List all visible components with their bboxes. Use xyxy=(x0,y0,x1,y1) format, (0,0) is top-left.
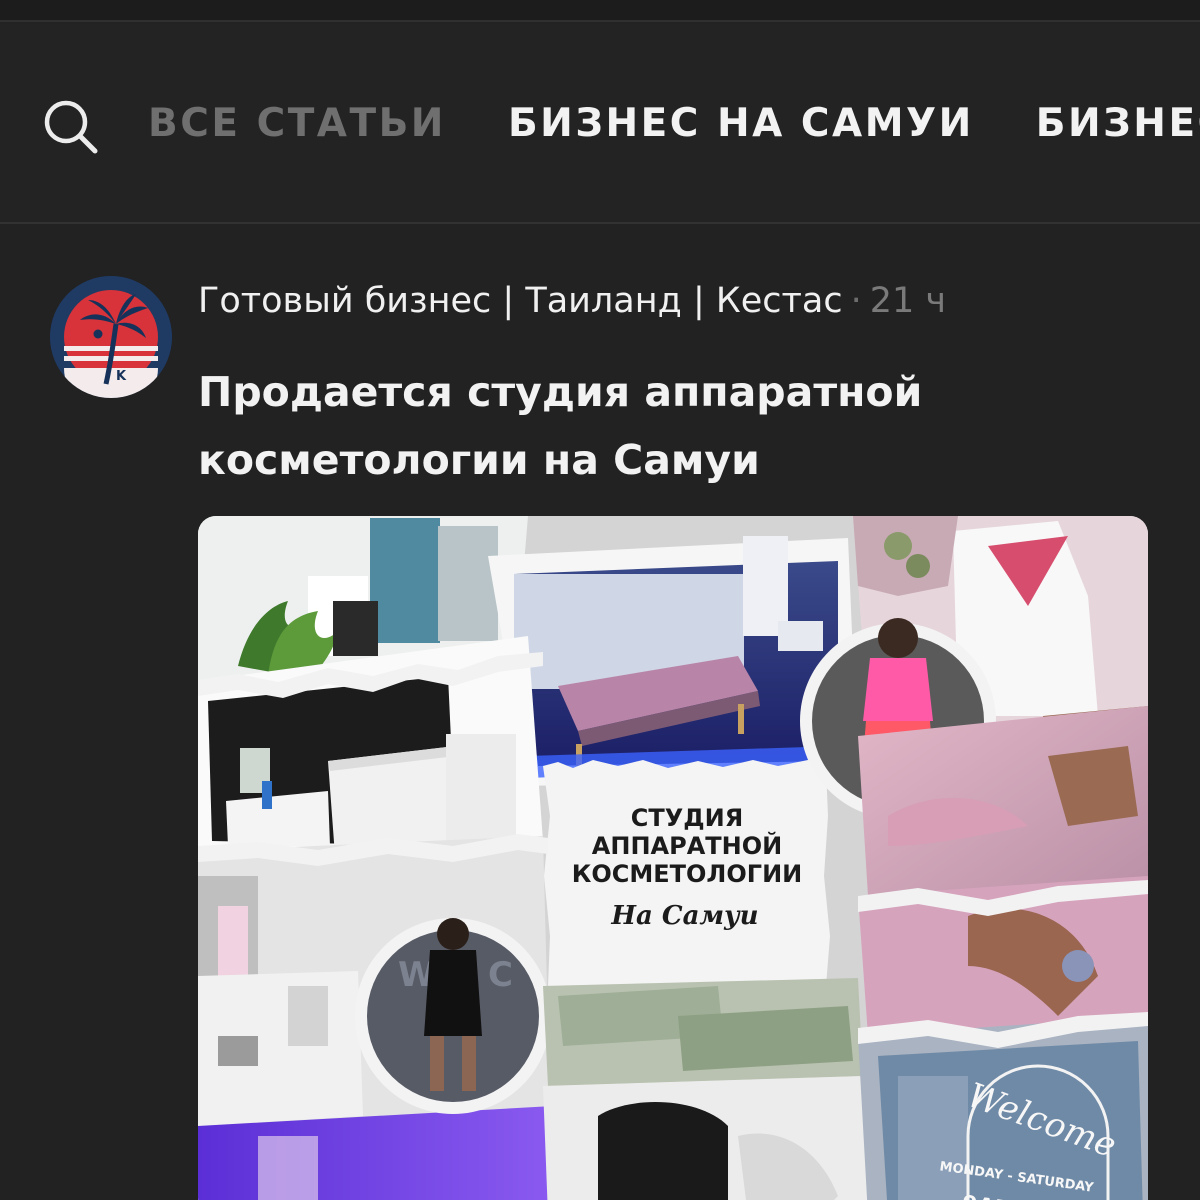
search-button[interactable] xyxy=(38,94,104,160)
meta-separator: · xyxy=(850,281,862,321)
search-icon xyxy=(44,100,98,154)
svg-text:C: C xyxy=(488,955,513,995)
author-name[interactable]: Готовый бизнес | Таиланд | Кестас xyxy=(198,281,843,321)
category-nav: ВСЕ СТАТЬИ БИЗНЕС НА САМУИ БИЗНЕС xyxy=(0,24,1200,224)
svg-text:СТУДИЯ: СТУДИЯ xyxy=(631,804,743,832)
tab-business-samui[interactable]: БИЗНЕС НА САМУИ xyxy=(508,96,974,152)
post-time: 21 ч xyxy=(869,281,947,321)
post-title[interactable]: Продается студия аппаратной косметологии… xyxy=(198,358,1158,494)
svg-text:АППАРАТНОЙ: АППАРАТНОЙ xyxy=(592,831,782,860)
post-meta: Готовый бизнес | Таиланд | Кестас · 21 ч xyxy=(198,278,946,324)
tab-business[interactable]: БИЗНЕС xyxy=(1036,96,1200,152)
author-avatar[interactable]: K xyxy=(50,276,172,398)
collage-image: СТУДИЯ АППАРАТНОЙ КОСМЕТОЛОГИИ На Самуи xyxy=(198,516,1148,1200)
post-card: K Готовый бизнес | Таиланд | Кестас · 21 ч… xyxy=(0,226,1200,1200)
svg-text:КОСМЕТОЛОГИИ: КОСМЕТОЛОГИИ xyxy=(572,860,802,888)
svg-text:K: K xyxy=(116,369,127,384)
category-tabs: ВСЕ СТАТЬИ БИЗНЕС НА САМУИ БИЗНЕС xyxy=(148,96,1200,152)
top-bar xyxy=(0,0,1200,22)
palm-logo-icon: K xyxy=(50,276,172,398)
tab-all-articles[interactable]: ВСЕ СТАТЬИ xyxy=(148,96,446,152)
svg-text:На Самуи: На Самуи xyxy=(610,901,758,931)
post-image[interactable]: СТУДИЯ АППАРАТНОЙ КОСМЕТОЛОГИИ На Самуи xyxy=(198,516,1148,1200)
